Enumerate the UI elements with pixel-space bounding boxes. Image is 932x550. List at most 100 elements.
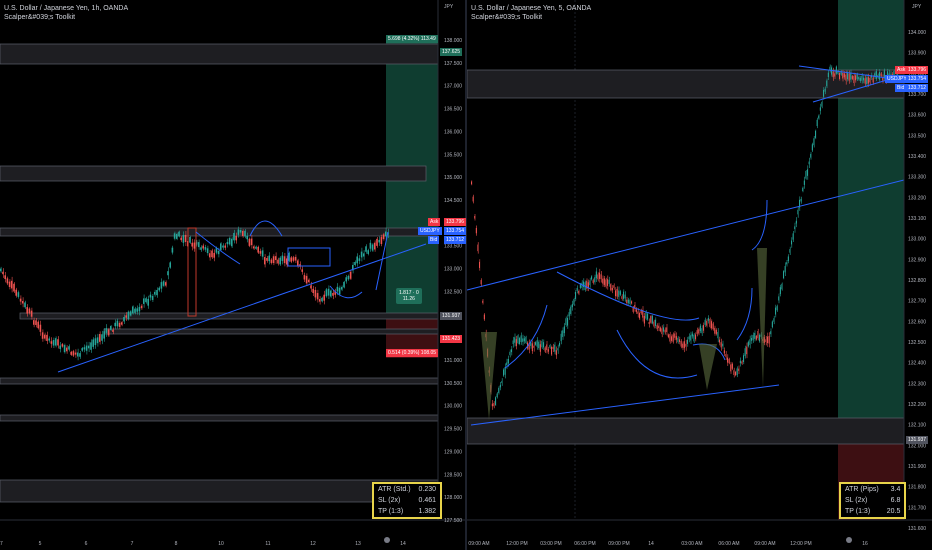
candle-body xyxy=(499,384,501,388)
candle-body xyxy=(110,326,112,330)
candle-body xyxy=(22,301,24,304)
candle-body xyxy=(648,321,650,325)
candle-body xyxy=(35,320,37,326)
candle-body xyxy=(651,315,653,324)
price-tick: 133.400 xyxy=(908,154,926,160)
right-info-tp-label: TP (1:3) xyxy=(845,508,871,515)
candle-body xyxy=(754,332,756,339)
candle-body xyxy=(136,308,138,312)
candle-body xyxy=(687,339,688,344)
left-measure-bottom: 11.26 xyxy=(402,296,415,302)
candle-body xyxy=(787,256,789,261)
candle-body xyxy=(752,335,754,341)
candle-body xyxy=(835,66,837,74)
candle-body xyxy=(629,299,631,305)
time-tick: 14 xyxy=(648,541,654,547)
right-last-price: 133.754 xyxy=(906,75,929,83)
price-tick: 131.700 xyxy=(908,505,926,511)
price-tick: 132.500 xyxy=(908,340,926,346)
candle-body xyxy=(191,242,193,247)
candle-body xyxy=(805,170,807,179)
candle-body xyxy=(792,233,794,240)
left-trendline[interactable] xyxy=(57,243,427,373)
candle-body xyxy=(266,258,268,261)
right-info-box: ATR (Pips) 3.4 SL (2x) 6.8 TP (1:3) 20.5 xyxy=(839,482,907,519)
candle-body xyxy=(789,249,791,253)
candle-body xyxy=(312,288,314,293)
candle-body xyxy=(853,75,855,84)
price-tick: 131.800 xyxy=(908,485,926,491)
candle-body xyxy=(779,287,781,294)
candle-body xyxy=(483,314,485,320)
time-tick: 16 xyxy=(862,541,868,547)
right-chart-canvas[interactable]: 134.000133.900133.800133.700133.600133.5… xyxy=(467,0,932,550)
candle-body xyxy=(827,72,829,78)
candle-body xyxy=(59,345,61,349)
candle-body xyxy=(723,350,725,354)
price-tick: 138.000 xyxy=(444,38,462,44)
left-chart-pane[interactable]: U.S. Dollar / Japanese Yen, 1h, OANDA Sc… xyxy=(0,0,466,550)
candle-body xyxy=(259,251,262,254)
candle-body xyxy=(794,226,796,230)
left-price-ticks: 138.000 137.500 137.000 136.500 136.000 135.5… xyxy=(444,38,462,524)
candle-body xyxy=(231,238,233,247)
candle-body xyxy=(253,246,255,249)
candle-body xyxy=(380,237,383,244)
candle-body xyxy=(81,348,83,351)
candle-body xyxy=(233,232,235,241)
candle-body xyxy=(8,281,11,287)
time-tick: 17 xyxy=(0,541,3,547)
candle-body xyxy=(690,335,692,341)
candle-body xyxy=(562,330,564,337)
candle-body xyxy=(184,234,187,242)
candle-body xyxy=(66,347,68,352)
left-chart-canvas[interactable]: 138.000 137.500 137.000 136.500 136.000 135.5… xyxy=(0,0,466,550)
candle-body xyxy=(239,230,242,233)
candle-body xyxy=(807,169,808,176)
candle-body xyxy=(645,311,647,319)
candle-body xyxy=(728,358,730,364)
right-currency-label: JPY xyxy=(912,4,922,10)
candle-body xyxy=(781,283,783,290)
candle-body xyxy=(182,235,185,243)
candle-body xyxy=(544,347,546,352)
price-tick: 133.200 xyxy=(908,195,926,201)
left-support-zone-3 xyxy=(0,414,439,422)
time-tick: 12:00 PM xyxy=(506,541,527,547)
candle-body xyxy=(770,331,772,335)
candle-body xyxy=(567,317,568,326)
candle-body xyxy=(855,75,856,81)
candle-body xyxy=(730,364,732,372)
time-tick: 03:00 AM xyxy=(681,541,702,547)
right-chart-pane[interactable]: U.S. Dollar / Japanese Yen, 5, OANDA Sca… xyxy=(467,0,932,550)
time-tick: 09:00 AM xyxy=(468,541,489,547)
candle-body xyxy=(751,337,752,341)
candle-body xyxy=(503,369,504,376)
candle-body xyxy=(24,302,26,308)
left-last-price: 133.754 xyxy=(444,227,466,235)
candle-body xyxy=(767,336,768,343)
left-support-zone-2 xyxy=(0,377,439,385)
candle-body xyxy=(41,332,44,339)
candle-body xyxy=(880,73,882,77)
candle-body xyxy=(632,307,634,312)
candle-body xyxy=(831,67,832,75)
candle-body xyxy=(675,336,677,340)
candle-body xyxy=(279,257,281,265)
candle-body xyxy=(864,78,866,84)
price-tick: 136.000 xyxy=(444,129,462,135)
candle-body xyxy=(140,305,143,309)
candle-body xyxy=(635,309,637,312)
time-tick: 7 xyxy=(131,541,134,547)
candle-body xyxy=(363,253,365,257)
candle-body xyxy=(235,236,237,241)
time-tick: 06:00 PM xyxy=(574,541,595,547)
candle-body xyxy=(715,329,717,334)
candle-body xyxy=(180,237,182,241)
left-bid-tag: Bid xyxy=(428,236,440,244)
left-candles xyxy=(0,226,389,361)
candle-body xyxy=(575,291,576,299)
candle-body xyxy=(819,107,821,111)
candle-body xyxy=(105,328,108,333)
candle-body xyxy=(872,77,874,83)
